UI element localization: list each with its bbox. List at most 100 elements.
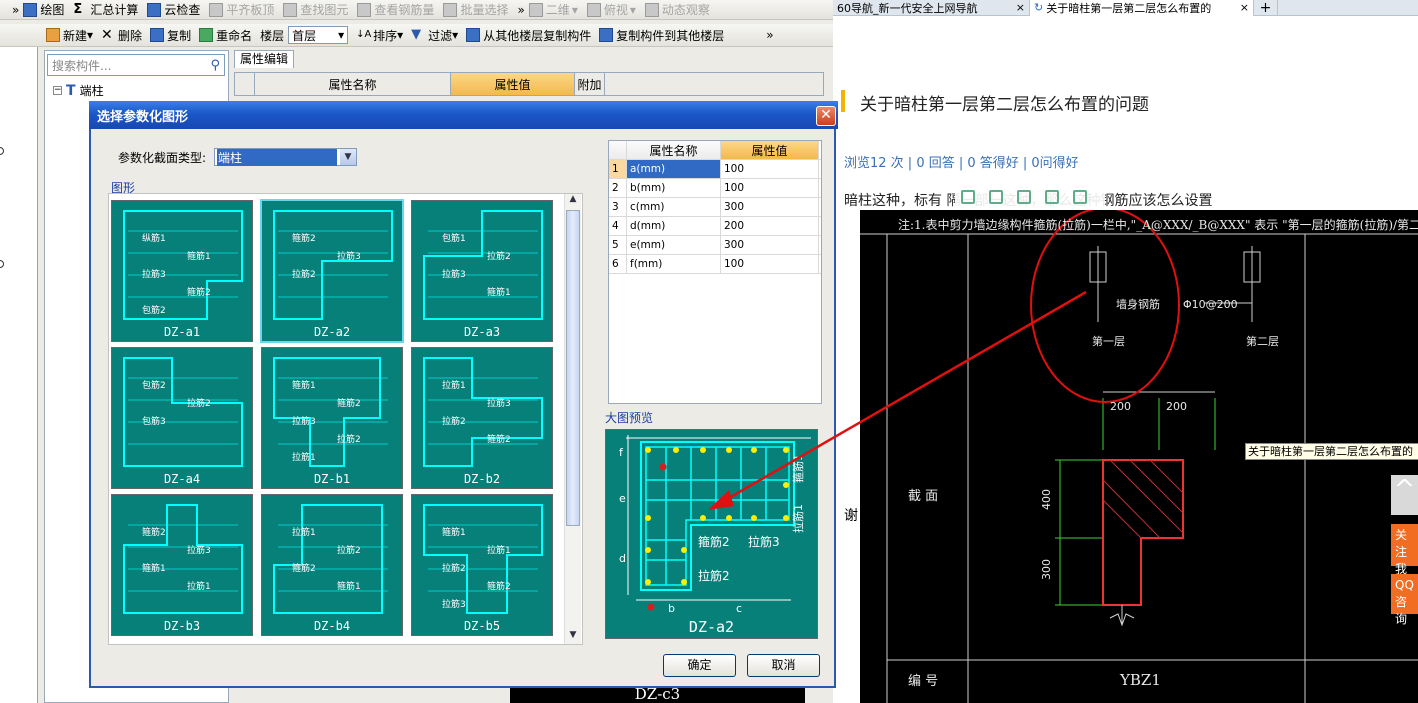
top-view-button[interactable]: 俯视 ▾ [586,1,636,18]
shape-rebar-label: 拉筋3 [442,268,466,280]
param-value[interactable]: 100 [721,160,819,178]
left-side-pane [0,47,38,703]
batch-select-button[interactable]: 批量选择 [443,1,508,18]
shape-rebar-label: 包筋2 [142,379,166,391]
shape-rebar-label: 箍筋1 [187,250,211,262]
find-element-button[interactable]: 查找图元 [283,1,348,18]
close-icon[interactable]: × [1016,1,1025,14]
qq-consult-button[interactable]: QQ咨询 [1391,574,1418,626]
tab-property-edit[interactable]: 属性编辑 [234,50,294,68]
param-value[interactable]: 100 [721,179,819,197]
new-button[interactable]: 新建 ▾ [46,27,93,44]
dialog-title-bar[interactable]: 选择参数化图形 ✕ [89,101,838,129]
shape-outline [423,504,543,614]
summary-calc-button[interactable]: Σ 汇总计算 [73,1,138,18]
shape-rebar-label: 拉筋3 [487,397,511,409]
shape-thumb-dz-b1[interactable]: 箍筋1 箍筋2 拉筋3 拉筋2 拉筋1 DZ-b1 [261,347,403,489]
back-to-top-button[interactable]: ^ [1391,475,1418,515]
tree-node-duanzhu[interactable]: − T 端柱 [53,82,104,99]
preview-dim-f: f [619,446,624,459]
shape-thumb-dz-b3[interactable]: 箍筋2 拉筋3 箍筋1 拉筋1 DZ-b3 [111,494,253,636]
delete-button[interactable]: ✕ 删除 [101,27,142,44]
preview-label-3: 箍筋2 [698,534,730,549]
rename-button[interactable]: 重命名 [199,27,252,44]
parameter-row[interactable]: 1 a(mm) 100 [609,160,821,179]
save-icon[interactable] [1017,190,1031,204]
param-value[interactable]: 100 [721,255,819,273]
shape-rebar-label: 箍筋1 [142,562,166,574]
browser-tab-1[interactable]: 60导航_新一代安全上网导航 × [833,0,1030,16]
radio-icon[interactable] [0,260,4,268]
shape-thumb-dz-a1[interactable]: 纵筋1 箍筋1 拉筋3 箍筋2 包筋2 DZ-a1 [111,200,253,342]
shape-name: DZ-b2 [463,472,501,486]
draw-button[interactable]: 绘图 [23,1,64,18]
shape-name: DZ-b5 [463,619,501,633]
copy-button[interactable]: 复制 [150,27,191,44]
scroll-down-icon[interactable]: ▼ [566,630,580,644]
cad-note: 注:1.表中剪力墙边缘构件箍筋(拉筋)一栏中,"_A@XXX/_B@XXX" 表… [898,217,1418,232]
toolbar-overflow-button-3[interactable]: » [766,28,773,42]
shape-drawing: 箍筋1 拉筋1 拉筋2 箍筋2 拉筋3 [423,504,543,614]
draw-icon [23,2,38,17]
search-icon[interactable]: ⚲ [210,58,220,73]
shape-rebar-label: 拉筋1 [487,544,511,556]
copy-to-floor-button[interactable]: 复制构件到其他楼层 [599,27,724,44]
shape-drawing: 箍筋2 拉筋3 箍筋1 拉筋1 [123,504,243,614]
toolbar-overflow-button-2[interactable]: » [517,3,524,17]
scrollbar-thumb[interactable] [566,210,580,526]
section-type-select[interactable]: 端柱 ▼ [214,148,357,166]
browser-tab-2[interactable]: ↻ 关于暗柱第一层第二层怎么布置的 × [1030,0,1254,16]
parameter-row[interactable]: 6 f(mm) 100 [609,255,821,274]
shape-name: DZ-a1 [163,325,201,339]
gallery-scrollbar[interactable]: ▲ ▼ [564,194,581,644]
dynamic-view-button[interactable]: 动态观察 [644,1,710,18]
copy-from-floor-button[interactable]: 从其他楼层复制构件 [466,27,591,44]
parameter-row[interactable]: 2 b(mm) 100 [609,179,821,198]
shape-rebar-label: 箍筋1 [337,580,361,592]
fullscreen-icon[interactable] [989,190,1003,204]
filter-button[interactable]: ▼ 过滤 ▾ [411,27,458,44]
cad-wall-rebar: 墙身钢筋 [1116,297,1160,311]
preview-label-1: 箍筋1 [791,454,805,483]
view-2d-button[interactable]: 二维 ▾ [528,1,578,18]
shape-thumb-dz-a2[interactable]: 箍筋2 拉筋3 拉筋2 DZ-a2 [260,199,404,343]
shape-thumb-dz-b4[interactable]: 拉筋1 拉筋2 箍筋2 箍筋1 DZ-b4 [261,494,403,636]
share-icon[interactable] [1045,190,1059,204]
cloud-check-button[interactable]: 云检查 [147,1,200,18]
preview-dim-d: d [619,552,626,565]
view-icon[interactable] [961,190,975,204]
toolbar-overflow-button[interactable]: » [12,3,19,17]
settings-icon[interactable] [1073,190,1087,204]
scroll-up-icon[interactable]: ▲ [566,194,580,208]
param-value[interactable]: 300 [721,236,819,254]
shape-thumb-dz-a4[interactable]: 包筋2 拉筋2 包筋3 DZ-a4 [111,347,253,489]
sort-button[interactable]: ↓A 排序 ▾ [356,27,403,44]
param-value[interactable]: 300 [721,198,819,216]
dialog-close-button[interactable]: ✕ [816,106,836,126]
collapse-icon[interactable]: − [53,86,62,95]
radio-icon[interactable] [0,147,4,155]
chevron-down-icon[interactable]: ▼ [340,149,356,165]
shape-thumb-dz-a3[interactable]: 包筋1 拉筋2 拉筋3 箍筋1 DZ-a3 [411,200,553,342]
parameter-row[interactable]: 4 d(mm) 200 [609,217,821,236]
view-rebar-button[interactable]: 查看钢筋量 [357,1,434,18]
close-icon[interactable]: × [1240,1,1249,14]
cad-dim-top-2: 200 [1166,400,1187,413]
shape-rebar-label: 纵筋1 [142,232,166,244]
flat-slab-top-button[interactable]: 平齐板顶 [209,1,274,18]
parameter-row[interactable]: 5 e(mm) 300 [609,236,821,255]
parameter-row[interactable]: 3 c(mm) 300 [609,198,821,217]
title-accent-bar [841,90,845,112]
ok-button[interactable]: 确定 [663,654,736,677]
shape-thumb-dz-b2[interactable]: 拉筋1 拉筋3 拉筋2 箍筋2 DZ-b2 [411,347,553,489]
floor-select[interactable]: 首层 ▾ [288,26,349,44]
component-search-input[interactable]: 搜索构件... ⚲ [47,54,225,76]
cancel-button[interactable]: 取消 [747,654,820,677]
new-tab-button[interactable]: + [1254,0,1278,16]
param-value[interactable]: 200 [721,217,819,235]
shape-thumb-dz-b5[interactable]: 箍筋1 拉筋1 拉筋2 箍筋2 拉筋3 DZ-b5 [411,494,553,636]
shape-drawing: 箍筋2 拉筋3 拉筋2 [273,210,393,320]
shape-rebar-label: 拉筋2 [337,433,361,445]
param-name: d(mm) [627,217,721,235]
follow-us-button[interactable]: 关注我们 [1391,524,1418,593]
